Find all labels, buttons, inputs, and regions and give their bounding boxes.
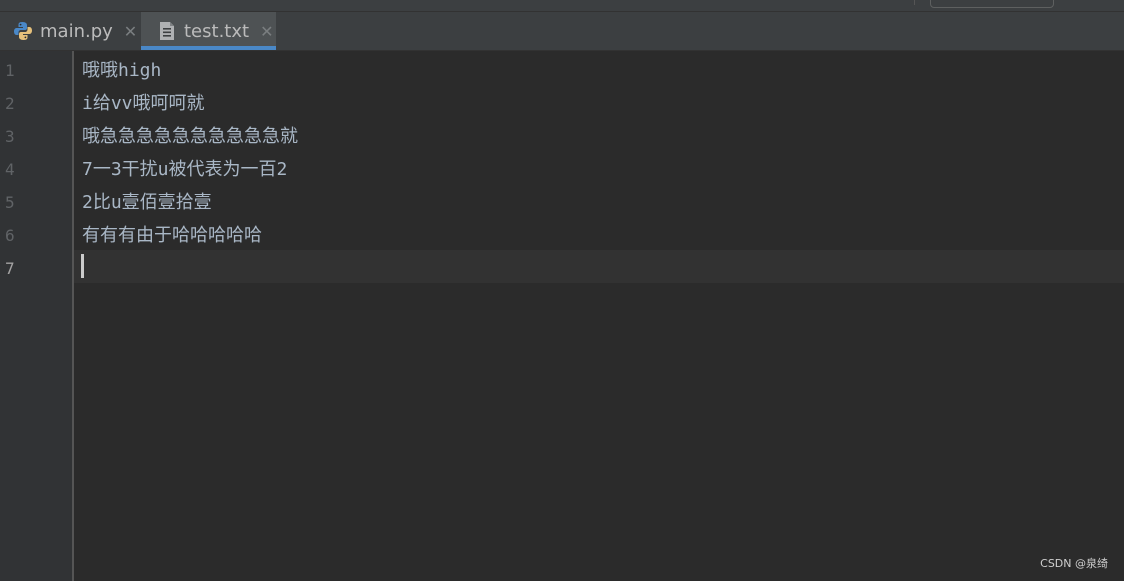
- watermark: CSDN @泉绮: [1040, 557, 1108, 570]
- editor-line[interactable]: 有有有由于哈哈哈哈哈: [82, 219, 262, 252]
- editor-line[interactable]: 7一3干扰u被代表为一百2: [82, 153, 287, 186]
- tab-test-txt[interactable]: test.txt ✕: [141, 12, 276, 50]
- close-icon[interactable]: ✕: [124, 22, 137, 41]
- editor-line[interactable]: i给vv哦呵呵就: [82, 87, 205, 120]
- text-editor[interactable]: 哦哦high i给vv哦呵呵就 哦急急急急急急急急急急就 7一3干扰u被代表为一…: [74, 51, 1124, 581]
- close-icon[interactable]: ✕: [260, 22, 273, 41]
- tab-main-py[interactable]: main.py ✕: [0, 12, 140, 50]
- python-file-icon: [12, 20, 34, 42]
- editor-line[interactable]: 2比u壹佰壹拾壹: [82, 186, 212, 219]
- toolbar-run-config-button[interactable]: [930, 0, 1054, 8]
- tab-test-txt-label: test.txt: [184, 20, 250, 42]
- line-number-gutter: 1 2 3 4 5 6 7: [0, 51, 74, 581]
- text-caret: [81, 254, 84, 278]
- editor-line[interactable]: 哦哦high: [82, 54, 161, 87]
- tab-main-py-label: main.py: [40, 20, 113, 42]
- line-number: 5: [5, 193, 15, 212]
- line-number-current: 7: [5, 259, 15, 278]
- current-line-highlight: [74, 250, 1124, 283]
- line-number: 6: [5, 226, 15, 245]
- top-toolbar: [0, 0, 1124, 12]
- line-number: 1: [5, 61, 15, 80]
- toolbar-divider: [914, 0, 915, 5]
- text-file-icon: [156, 20, 178, 42]
- line-number: 2: [5, 94, 15, 113]
- editor-tab-bar: main.py ✕ test.txt ✕: [0, 12, 1124, 51]
- line-number: 3: [5, 127, 15, 146]
- editor-line[interactable]: 哦急急急急急急急急急急就: [82, 120, 298, 153]
- line-number: 4: [5, 160, 15, 179]
